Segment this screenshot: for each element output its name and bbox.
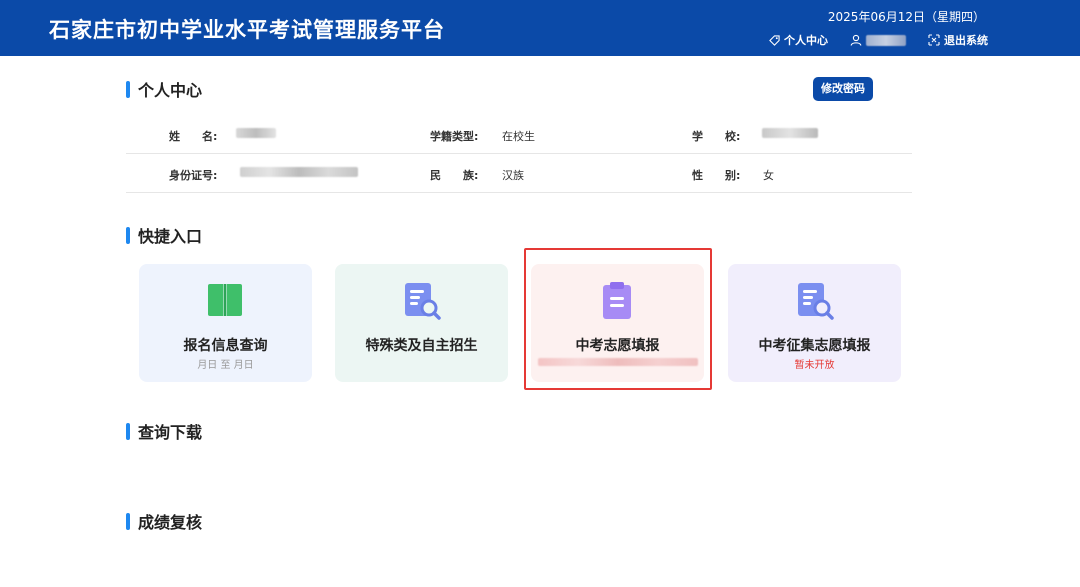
id-value-redacted bbox=[240, 167, 358, 180]
gender-value: 女 bbox=[763, 169, 774, 182]
nav-logout[interactable]: 退出系统 bbox=[928, 32, 988, 48]
section-score-review: 成绩复核 bbox=[126, 509, 202, 533]
card-special-admission-title: 特殊类及自主招生 bbox=[365, 338, 478, 354]
card-registration-query-date: 月日 至 月日 bbox=[197, 360, 254, 371]
card-supplementary-application-title: 中考征集志愿填报 bbox=[758, 338, 871, 354]
current-date: 2025年06月12日（星期四） bbox=[827, 10, 985, 24]
section-query-download-title: 查询下载 bbox=[138, 423, 203, 442]
personal-info-table: 姓 名: 学籍类型: 在校生 学 校: 身份证号: 民 族: 汉族 性 别: 女 bbox=[126, 115, 912, 193]
gender-label: 性 别: bbox=[692, 169, 741, 182]
card-registration-query-title: 报名信息查询 bbox=[183, 338, 268, 354]
nav-personal-center-label: 个人中心 bbox=[784, 34, 828, 47]
card-supplementary-application[interactable]: 中考征集志愿填报 暂未开放 bbox=[728, 264, 901, 382]
logout-icon bbox=[928, 34, 940, 46]
nav-logout-label: 退出系统 bbox=[944, 34, 988, 47]
card-registration-query[interactable]: 报名信息查询 月日 至 月日 bbox=[139, 264, 312, 382]
nav-personal-center[interactable]: 个人中心 bbox=[769, 32, 828, 48]
tag-icon bbox=[769, 34, 780, 46]
name-label: 姓 名: bbox=[169, 130, 218, 143]
highlight-box bbox=[524, 248, 712, 390]
section-query-download: 查询下载 bbox=[126, 419, 202, 443]
header-nav: 个人中心 退出系统 bbox=[747, 32, 988, 48]
card-supplementary-application-status: 暂未开放 bbox=[794, 360, 835, 371]
section-personal-center: 个人中心 bbox=[126, 77, 202, 101]
platform-title: 石家庄市初中学业水平考试管理服务平台 bbox=[49, 18, 445, 42]
section-accent-bar bbox=[126, 422, 130, 440]
section-personal-center-title: 个人中心 bbox=[138, 81, 203, 100]
document-search-icon bbox=[405, 283, 441, 320]
info-row: 姓 名: 学籍类型: 在校生 学 校: bbox=[126, 115, 912, 154]
document-search-icon bbox=[798, 283, 834, 320]
top-header: 石家庄市初中学业水平考试管理服务平台 2025年06月12日（星期四） 个人中心… bbox=[0, 0, 1080, 56]
change-password-button[interactable]: 修改密码 bbox=[813, 77, 873, 101]
section-quick-entry: 快捷入口 bbox=[126, 223, 202, 247]
book-icon bbox=[208, 284, 242, 316]
ethnicity-label: 民 族: bbox=[430, 169, 479, 182]
section-score-review-title: 成绩复核 bbox=[138, 513, 203, 532]
ethnicity-value: 汉族 bbox=[502, 169, 524, 182]
user-icon bbox=[850, 34, 862, 46]
section-accent-bar bbox=[126, 512, 130, 530]
school-value-redacted bbox=[762, 128, 818, 141]
user-name-redacted bbox=[866, 34, 906, 46]
id-label: 身份证号: bbox=[169, 169, 218, 182]
school-label: 学 校: bbox=[692, 130, 741, 143]
status-label: 学籍类型: bbox=[430, 130, 479, 143]
section-accent-bar bbox=[126, 226, 130, 244]
section-accent-bar bbox=[126, 80, 130, 98]
section-quick-entry-title: 快捷入口 bbox=[138, 227, 203, 246]
info-row: 身份证号: 民 族: 汉族 性 别: 女 bbox=[126, 154, 912, 193]
nav-user[interactable] bbox=[850, 34, 906, 46]
status-value: 在校生 bbox=[502, 130, 535, 143]
name-value-redacted bbox=[236, 128, 276, 141]
card-special-admission[interactable]: 特殊类及自主招生 bbox=[335, 264, 508, 382]
